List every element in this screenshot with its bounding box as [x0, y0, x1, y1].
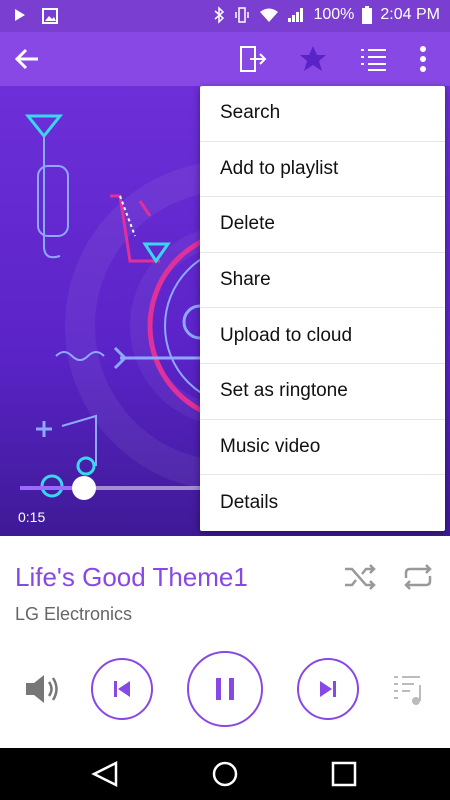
- overflow-menu: Search Add to playlist Delete Share Uplo…: [200, 86, 445, 531]
- volume-icon[interactable]: [22, 671, 62, 707]
- nav-home-icon[interactable]: [209, 760, 241, 788]
- vibrate-icon: [235, 7, 250, 23]
- wifi-icon: [260, 8, 279, 22]
- previous-icon: [114, 681, 130, 697]
- toolbar: [0, 32, 450, 86]
- menu-item-set-as-ringtone[interactable]: Set as ringtone: [200, 364, 445, 420]
- nav-recents-icon[interactable]: [328, 760, 360, 788]
- nav-back-icon[interactable]: [90, 760, 122, 788]
- track-title: Life's Good Theme1: [15, 562, 248, 592]
- status-right: 100% 2:04 PM: [213, 6, 440, 24]
- next-icon: [320, 681, 336, 697]
- elapsed-time: 0:15: [18, 509, 46, 525]
- status-bar: 100% 2:04 PM: [0, 0, 450, 32]
- signal-icon: [288, 8, 304, 22]
- exit-icon[interactable]: [238, 44, 268, 74]
- back-arrow-icon[interactable]: [12, 44, 42, 74]
- menu-item-upload-to-cloud[interactable]: Upload to cloud: [200, 308, 445, 364]
- pause-icon: [216, 678, 234, 700]
- track-artist: LG Electronics: [15, 604, 133, 624]
- menu-item-delete[interactable]: Delete: [200, 197, 445, 253]
- previous-button[interactable]: [91, 658, 153, 720]
- menu-item-music-video[interactable]: Music video: [200, 420, 445, 476]
- status-left-icons: [14, 8, 58, 24]
- seek-bar[interactable]: [20, 476, 210, 500]
- playback-controls: [0, 651, 450, 731]
- menu-item-share[interactable]: Share: [200, 253, 445, 309]
- image-status-icon: [42, 8, 58, 24]
- lyrics-icon[interactable]: [390, 669, 430, 709]
- battery-percent: 100%: [313, 6, 355, 23]
- shuffle-icon[interactable]: [342, 562, 378, 592]
- menu-item-add-to-playlist[interactable]: Add to playlist: [200, 142, 445, 198]
- seek-thumb[interactable]: [72, 476, 96, 500]
- menu-item-search[interactable]: Search: [200, 86, 445, 142]
- pause-button[interactable]: [187, 651, 263, 727]
- clock: 2:04 PM: [380, 6, 440, 23]
- menu-item-details[interactable]: Details: [200, 475, 445, 531]
- bluetooth-icon: [214, 6, 225, 24]
- battery-icon: [362, 6, 373, 24]
- play-status-icon: [15, 9, 25, 21]
- now-playing-panel: Life's Good Theme1 LG Electronics: [0, 536, 450, 748]
- more-options-icon[interactable]: [408, 44, 438, 74]
- next-button[interactable]: [297, 658, 359, 720]
- playlist-icon[interactable]: [358, 44, 388, 74]
- favorite-star-icon[interactable]: [298, 44, 328, 74]
- navigation-bar: [0, 748, 450, 800]
- repeat-icon[interactable]: [400, 562, 436, 592]
